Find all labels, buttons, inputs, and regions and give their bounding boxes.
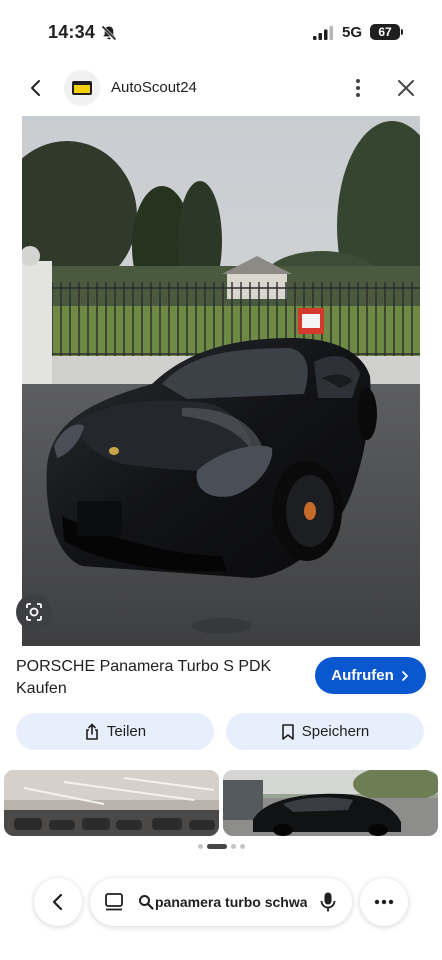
status-bar: 14:34 5G 67 — [0, 0, 442, 62]
share-button[interactable]: Teilen — [16, 713, 214, 750]
page-dot-active — [206, 844, 227, 849]
share-icon — [86, 723, 98, 740]
lens-icon — [26, 603, 42, 621]
tabs-icon[interactable] — [104, 892, 124, 912]
search-query[interactable]: panamera turbo schwarz — [155, 894, 307, 910]
battery-indicator: 67 — [370, 24, 400, 40]
result-title[interactable]: PORSCHE Panamera Turbo S PDK Kaufen — [16, 656, 306, 700]
page-dot — [197, 844, 203, 849]
related-image-1[interactable] — [4, 770, 219, 836]
page-dot — [230, 844, 236, 849]
more-vert-icon[interactable] — [346, 76, 370, 100]
page-dot — [239, 844, 245, 849]
back-arrow-icon — [52, 893, 63, 911]
cellular-signal-icon — [313, 26, 333, 40]
network-type: 5G — [342, 24, 363, 41]
pagination-dots — [0, 844, 442, 849]
autoscout24-logo — [64, 70, 100, 106]
more-horiz-button[interactable] — [360, 878, 408, 926]
visit-label: Aufrufen — [331, 667, 394, 684]
logo-bar — [74, 81, 90, 85]
related-image-2[interactable] — [223, 770, 438, 836]
battery-tip — [401, 29, 403, 35]
car-photo — [22, 116, 420, 646]
visit-button[interactable]: Aufrufen — [315, 657, 426, 694]
search-icon — [139, 895, 154, 910]
main-result-image[interactable] — [22, 116, 420, 646]
street-car-photo — [223, 770, 438, 836]
save-label: Speichern — [301, 723, 370, 740]
search-bar[interactable]: panamera turbo schwarz — [90, 878, 352, 926]
source-header: AutoScout24 — [0, 64, 442, 112]
back-arrow-icon[interactable] — [24, 76, 48, 100]
site-name[interactable]: AutoScout24 — [111, 79, 197, 96]
save-button[interactable]: Speichern — [226, 713, 424, 750]
google-lens-button[interactable] — [16, 594, 52, 630]
chevron-right-icon — [401, 670, 408, 681]
clock: 14:34 — [48, 22, 96, 42]
mic-icon[interactable] — [319, 891, 337, 913]
more-horiz-icon — [374, 899, 394, 905]
bottom-back-button[interactable] — [34, 878, 82, 926]
bell-muted-icon — [101, 25, 117, 41]
close-icon[interactable] — [394, 76, 418, 100]
garage-photo — [4, 770, 219, 836]
bookmark-icon — [281, 723, 294, 740]
share-label: Teilen — [106, 723, 147, 740]
